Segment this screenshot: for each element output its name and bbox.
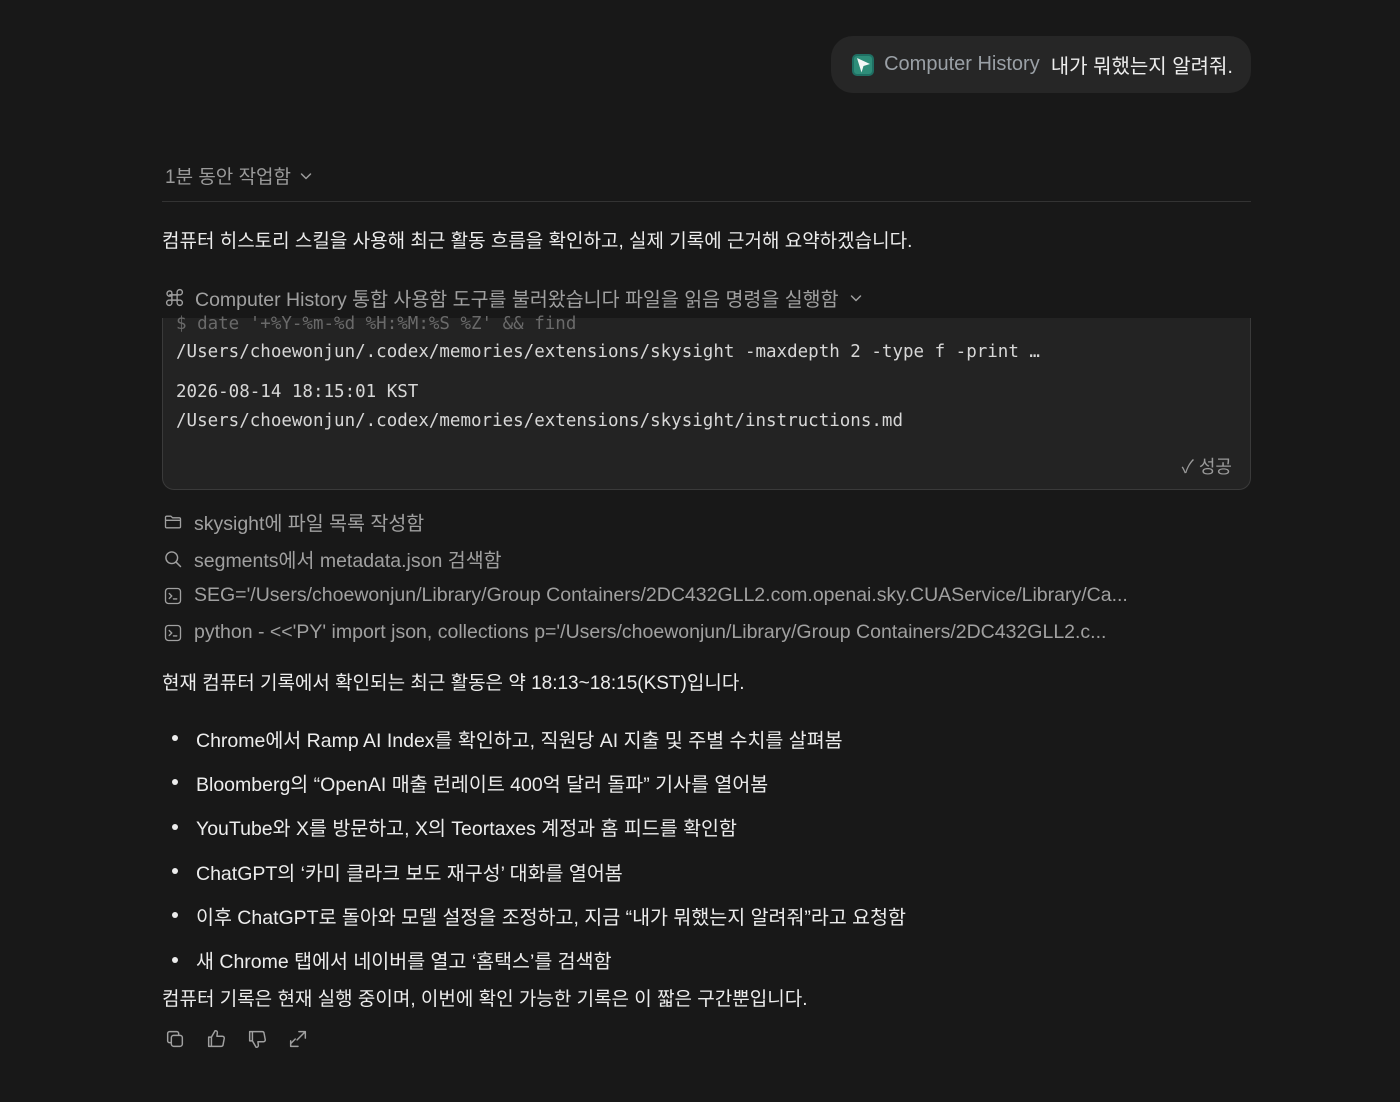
- step-text: segments에서 metadata.json 검색함: [194, 550, 502, 572]
- bullet-dot: [172, 735, 178, 742]
- terminal-output-line: /Users/choewonjun/.codex/memories/extens…: [176, 411, 903, 431]
- worked-duration-toggle[interactable]: 1분 동안 작업함: [165, 162, 313, 189]
- assistant-intro-text: 컴퓨터 히스토리 스킬을 사용해 최근 활동 흐름을 확인하고, 실제 기록에 …: [162, 231, 913, 252]
- tool-usage-toggle[interactable]: Computer History 통합 사용함 도구를 불러왔습니다 파일을 읽…: [164, 283, 863, 312]
- list-item: Bloomberg의 “OpenAI 매출 런레이트 400억 달러 돌파” 기…: [172, 760, 906, 804]
- bullet-dot: [172, 823, 178, 830]
- bullet-text: 이후 ChatGPT로 돌아와 모델 설정을 조정하고, 지금 “내가 뭐했는지…: [196, 906, 906, 929]
- list-item: Chrome에서 Ramp AI Index를 확인하고, 직원당 AI 지출 …: [172, 716, 906, 760]
- terminal-command-line: /Users/choewonjun/.codex/memories/extens…: [176, 342, 1040, 362]
- terminal-command-line: $ date '+%Y-%m-%d %H:%M:%S %Z' && find: [176, 314, 577, 334]
- bullet-dot: [172, 868, 178, 875]
- thumbs-down-icon[interactable]: [246, 1028, 268, 1050]
- terminal-output-block[interactable]: $ date '+%Y-%m-%d %H:%M:%S %Z' && find /…: [162, 314, 1251, 490]
- list-item[interactable]: skysight에 파일 목록 작성함: [163, 503, 1128, 540]
- bullet-text: YouTube와 X를 방문하고, X의 Teortaxes 계정과 홈 피드를…: [196, 818, 737, 841]
- share-icon[interactable]: [287, 1028, 309, 1050]
- terminal-icon: [164, 624, 182, 641]
- activity-bullet-list: Chrome에서 Ramp AI Index를 확인하고, 직원당 AI 지출 …: [172, 716, 906, 982]
- list-item: 이후 ChatGPT로 돌아와 모델 설정을 조정하고, 지금 “내가 뭐했는지…: [172, 893, 906, 937]
- step-text: SEG='/Users/choewonjun/Library/Group Con…: [194, 584, 1128, 606]
- summary-intro-text: 현재 컴퓨터 기록에서 확인되는 최근 활동은 약 18:13~18:15(KS…: [162, 673, 745, 694]
- bullet-text: ChatGPT의 ‘카미 클라크 보도 재구성’ 대화를 열어봄: [196, 862, 623, 885]
- folder-icon: [164, 515, 182, 528]
- copy-icon[interactable]: [164, 1028, 186, 1050]
- section-divider: [162, 201, 1251, 202]
- closing-text: 컴퓨터 기록은 현재 실행 중이며, 이번에 확인 가능한 기록은 이 짧은 구…: [162, 989, 808, 1010]
- bullet-dot: [172, 779, 178, 786]
- chevron-down-icon: [850, 294, 861, 301]
- step-text: skysight에 파일 목록 작성함: [194, 513, 425, 535]
- tool-usage-label: Computer History 통합 사용함 도구를 불러왔습니다 파일을 읽…: [195, 289, 839, 311]
- message-actions: [164, 1028, 309, 1050]
- worked-duration-label: 1분 동안 작업함: [165, 167, 292, 188]
- list-item: 새 Chrome 탭에서 네이버를 열고 ‘홈택스’를 검색함: [172, 937, 906, 981]
- tool-steps-list: skysight에 파일 목록 작성함 segments에서 metadata.…: [163, 503, 1128, 651]
- list-item[interactable]: segments에서 metadata.json 검색함: [163, 540, 1128, 577]
- user-message-text: 내가 뭐했는지 알려줘.: [1050, 56, 1233, 78]
- user-message-bubble: Computer History 내가 뭐했는지 알려줘.: [831, 36, 1251, 93]
- search-icon: [165, 550, 182, 567]
- bullet-text: Chrome에서 Ramp AI Index를 확인하고, 직원당 AI 지출 …: [196, 729, 843, 752]
- list-item: ChatGPT의 ‘카미 클라크 보도 재구성’ 대화를 열어봄: [172, 849, 906, 893]
- bullet-dot: [172, 956, 178, 963]
- list-item[interactable]: python - <<'PY' import json, collections…: [163, 614, 1128, 651]
- skill-chip[interactable]: Computer History: [884, 53, 1040, 76]
- terminal-icon: [164, 587, 182, 604]
- bullet-text: Bloomberg의 “OpenAI 매출 런레이트 400억 달러 돌파” 기…: [196, 773, 769, 796]
- chevron-down-icon: [300, 172, 312, 179]
- list-item[interactable]: SEG='/Users/choewonjun/Library/Group Con…: [163, 577, 1128, 614]
- list-item: YouTube와 X를 방문하고, X의 Teortaxes 계정과 홈 피드를…: [172, 805, 906, 849]
- step-text: python - <<'PY' import json, collections…: [194, 621, 1107, 643]
- bullet-text: 새 Chrome 탭에서 네이버를 열고 ‘홈택스’를 검색함: [196, 951, 612, 974]
- command-icon: [165, 288, 184, 307]
- terminal-output-line: 2026-08-14 18:15:01 KST: [176, 382, 419, 402]
- computer-history-logo-icon: [852, 53, 875, 76]
- chat-page: Computer History 내가 뭐했는지 알려줘. 1분 동안 작업함 …: [0, 0, 1400, 1102]
- status-badge: ✓ 성공: [1181, 457, 1232, 477]
- thumbs-up-icon[interactable]: [205, 1028, 227, 1050]
- bullet-dot: [172, 912, 178, 919]
